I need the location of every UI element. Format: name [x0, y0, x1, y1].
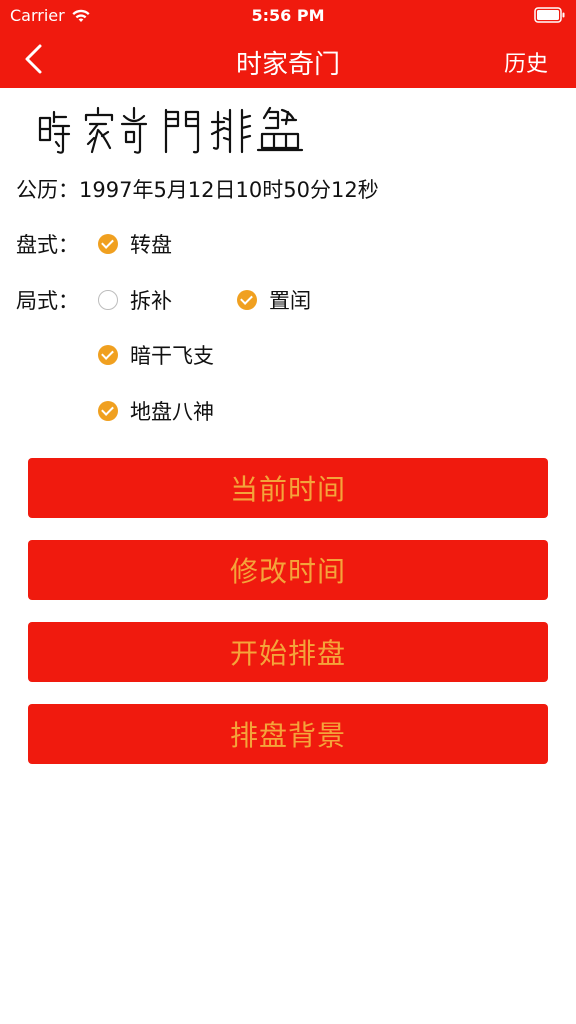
pan-style-label-text: 盘式：	[16, 233, 79, 257]
status-bar: Carrier 5:56 PM	[0, 0, 576, 30]
checked-circle-icon	[98, 401, 118, 421]
calendar-value: 1997年5月12日10时50分12秒	[79, 178, 379, 202]
unchecked-circle-icon	[98, 290, 118, 310]
battery-icon	[534, 7, 565, 23]
ju-option-chaibu[interactable]: 拆补	[98, 285, 172, 315]
ju-option-zhirun[interactable]: 置闰	[237, 285, 311, 315]
pan-option-zhuanpan[interactable]: 转盘	[98, 229, 172, 259]
checked-circle-icon	[98, 234, 118, 254]
start-plate-button[interactable]: 开始排盘	[28, 622, 548, 682]
calligraphy-title-logo	[38, 106, 304, 154]
plate-background-button[interactable]: 排盘背景	[28, 704, 548, 764]
top-bar: Carrier 5:56 PM 时家奇门 历史	[0, 0, 576, 88]
history-button[interactable]: 历史	[504, 46, 548, 78]
pan-style-label: 盘式：	[16, 229, 79, 259]
modify-time-button[interactable]: 修改时间	[28, 540, 548, 600]
ju-option-label: 置闰	[269, 289, 311, 313]
status-time: 5:56 PM	[251, 6, 325, 25]
checked-circle-icon	[237, 290, 257, 310]
nav-bar: 时家奇门 历史	[0, 30, 576, 88]
ju-style-label-text: 局式：	[16, 289, 79, 313]
ju-style-label: 局式：	[16, 285, 79, 315]
ju-option-anganfeizhi[interactable]: 暗干飞支	[98, 340, 214, 370]
ju-option-dipanbashen[interactable]: 地盘八神	[98, 396, 214, 426]
checked-circle-icon	[98, 345, 118, 365]
ju-option-label: 暗干飞支	[130, 344, 214, 368]
calendar-label: 公历：	[16, 178, 79, 202]
calendar-row: 公历：1997年5月12日10时50分12秒	[16, 174, 379, 204]
page-title: 时家奇门	[235, 50, 340, 80]
ju-option-label: 地盘八神	[130, 400, 214, 424]
pan-option-label: 转盘	[130, 233, 172, 257]
current-time-button[interactable]: 当前时间	[28, 458, 548, 518]
ju-option-label: 拆补	[130, 289, 172, 313]
